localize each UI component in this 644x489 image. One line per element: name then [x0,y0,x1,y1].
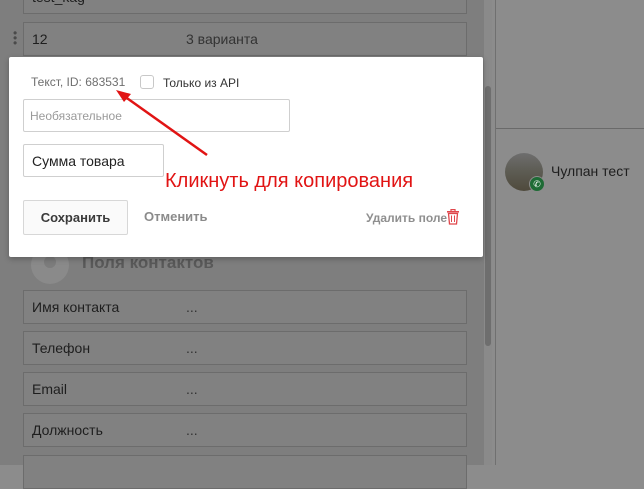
field-row-value: ... [186,299,198,315]
delete-field-button[interactable]: Удалить поле [366,211,447,225]
contact-field-row[interactable]: Имя контакта ... [23,290,467,324]
save-button[interactable]: Сохранить [23,200,128,235]
trash-icon[interactable] [446,209,460,225]
drag-handle-icon[interactable]: • • • [13,27,17,49]
field-row-label: Телефон [32,340,91,356]
api-only-checkbox[interactable] [140,75,154,89]
field-row-value: 3 варианта [186,31,258,47]
right-panel [496,0,644,465]
contact-field-row[interactable]: Телефон ... [23,331,467,365]
api-only-label[interactable]: Только из API [163,76,239,90]
field-row-value: ... [186,381,198,397]
field-row-label: test_kag [32,0,85,5]
field-id-copy[interactable]: Текст, ID: 683531 [31,75,125,89]
field-row-value: ... [186,422,198,438]
contact-field-row[interactable]: Должность ... [23,413,467,447]
field-name-input[interactable] [23,144,164,177]
contact-field-row[interactable] [23,455,467,489]
field-row-label: Должность [32,422,103,438]
optional-input[interactable] [23,99,290,132]
field-row[interactable]: test_kag [23,0,467,14]
whatsapp-icon: ✆ [529,176,545,192]
contact-name[interactable]: Чулпан тест [551,163,630,179]
field-row[interactable]: 12 3 варианта [23,22,467,56]
cancel-button[interactable]: Отменить [144,209,208,224]
field-row-label: 12 [32,31,48,47]
field-row-value: ... [186,340,198,356]
contact-field-row[interactable]: Email ... [23,372,467,406]
scrollbar-thumb[interactable] [485,86,491,346]
annotation-text: Кликнуть для копирования [165,170,414,192]
field-row-label: Email [32,381,68,397]
field-row-label: Имя контакта [32,299,120,315]
edit-field-modal: Текст, ID: 683531 Только из API Сохранит… [9,57,483,257]
right-panel-divider [496,128,644,129]
